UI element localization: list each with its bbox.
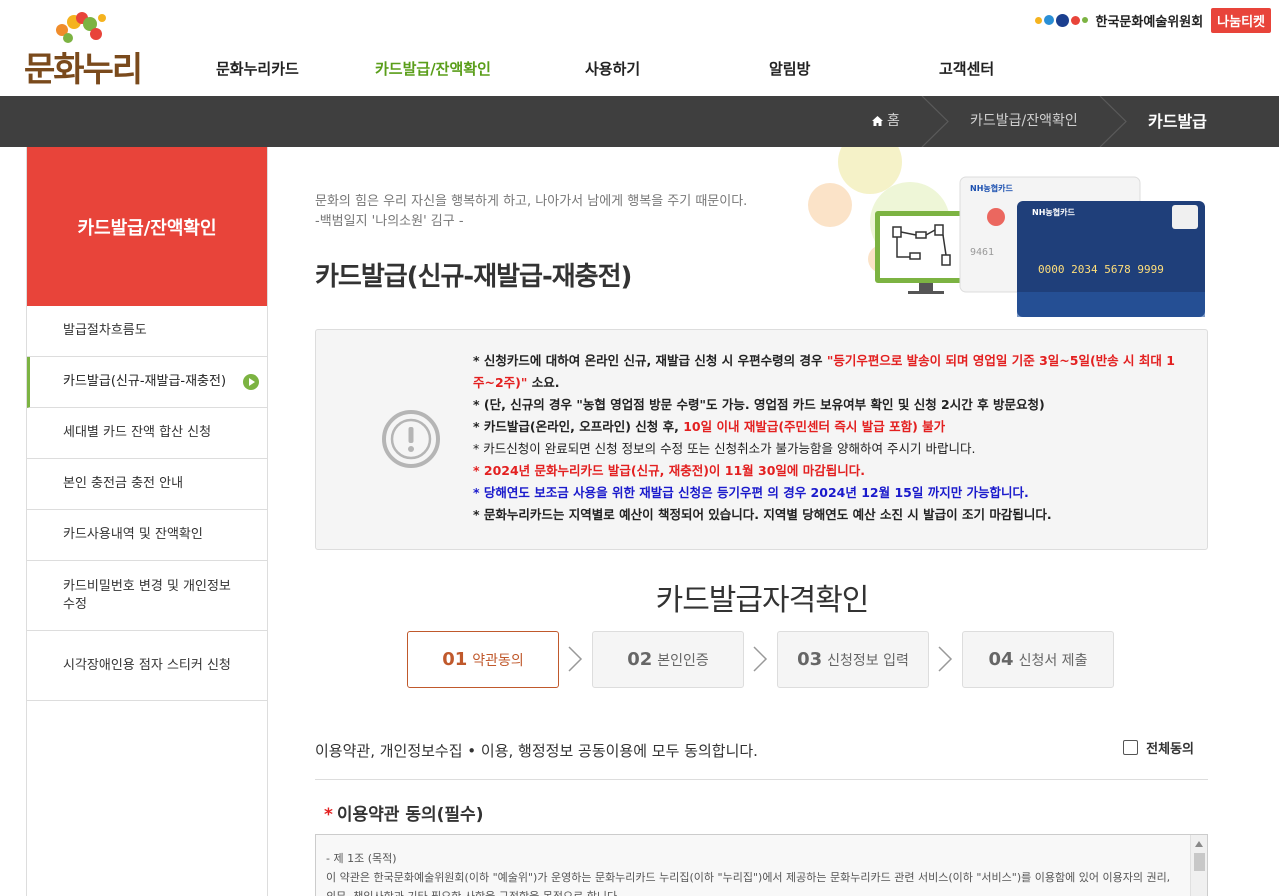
nav-notice[interactable]: 알림방 (769, 58, 810, 79)
sidebar-item-label: 카드사용내역 및 잔액확인 (63, 527, 203, 542)
sidebar: 카드발급/잔액확인 발급절차흐름도 카드발급(신규-재발급-재충전) 세대별 카… (26, 147, 268, 896)
agree-all-label: 전체동의 (1146, 742, 1194, 757)
step-3-info: 03 신청정보 입력 (777, 631, 929, 688)
step-4-submit: 04 신청서 제출 (962, 631, 1114, 688)
quote: 문화의 힘은 우리 자신을 행복하게 하고, 나아가서 남에게 행복을 주기 때… (315, 192, 747, 232)
notice-box: * 신청카드에 대하여 온라인 신규, 재발급 신청 시 우편수령의 경우 "등… (315, 329, 1208, 550)
home-icon (872, 116, 883, 126)
breadcrumb-level1[interactable]: 카드발급/잔액확인 (970, 96, 1078, 147)
top-util: 한국문화예술위원회 나눔티켓 (1034, 7, 1271, 33)
sidebar-item-label: 세대별 카드 잔액 합산 신청 (63, 425, 212, 440)
card-back-number: 9461 (970, 247, 994, 258)
notice-line: * 문화누리카드는 지역별로 예산이 책정되어 있습니다. 지역별 당해연도 예… (473, 507, 1052, 522)
breadcrumb-home-label: 홈 (887, 113, 900, 129)
notice-line-deadline: * 2024년 문화누리카드 발급(신규, 재충전)이 11월 30일에 마감됩… (473, 463, 866, 478)
section-title: 카드발급자격확인 (655, 583, 870, 618)
quote-line: 문화의 힘은 우리 자신을 행복하게 하고, 나아가서 남에게 행복을 주기 때… (315, 194, 748, 209)
notice-text: * 신청카드에 대하여 온라인 신규, 재발급 신청 시 우편수령의 경우 "등… (473, 350, 1183, 526)
breadcrumb-current: 카드발급 (1148, 112, 1207, 131)
terms-scrollbar[interactable] (1190, 835, 1207, 896)
step-1-terms: 01 약관동의 (407, 631, 559, 688)
arko-logo-icon (1034, 13, 1088, 27)
site-logo[interactable]: 문화누리 (24, 8, 144, 90)
breadcrumb: 홈 카드발급/잔액확인 카드발급 (0, 96, 1279, 147)
exclamation-icon (382, 410, 440, 468)
sidebar-item-flow[interactable]: 발급절차흐름도 (27, 306, 267, 357)
breadcrumb-home[interactable]: 홈 (872, 96, 900, 147)
notice-line: * (단, 신규의 경우 "농협 영업점 방문 수령"도 가능. 영업점 카드 … (473, 397, 1045, 412)
scroll-thumb[interactable] (1194, 853, 1205, 871)
sidebar-item-braille[interactable]: 시각장애인용 점자 스티커 신청 (27, 631, 267, 701)
step-2-verify: 02 본인인증 (592, 631, 744, 688)
notice-line-reissue: * 당해연도 보조금 사용을 위한 재발급 신청은 등기우편 의 경우 2024… (473, 485, 1029, 500)
nanum-ticket-link[interactable]: 나눔티켓 (1211, 7, 1271, 33)
sidebar-item-label: 본인 충전금 충전 안내 (63, 476, 184, 491)
checkbox-icon[interactable] (1123, 740, 1139, 755)
sidebar-item-card-issue[interactable]: 카드발급(신규-재발급-재충전) (27, 357, 267, 408)
nav-customer-center[interactable]: 고객센터 (939, 58, 994, 79)
page-title: 카드발급(신규-재발급-재충전) (315, 262, 632, 292)
nav-usage[interactable]: 사용하기 (585, 58, 640, 79)
nav-culture-card[interactable]: 문화누리카드 (216, 58, 299, 79)
chevron-right-icon (568, 646, 583, 672)
breadcrumb-separator-icon (921, 96, 949, 147)
notice-line: * 신청카드에 대하여 온라인 신규, 재발급 신청 시 우편수령의 경우 "등… (473, 353, 1175, 390)
notice-line: * 카드발급(온라인, 오프라인) 신청 후, 10일 이내 재발급(주민센터 … (473, 419, 946, 434)
terms-title: * 이용약관 동의(필수) (324, 805, 484, 825)
svg-text:NH농협카드: NH농협카드 (970, 183, 1013, 193)
arko-link[interactable]: 한국문화예술위원회 (1096, 11, 1204, 30)
terms-text: - 제 1조 (목적) 이 약관은 한국문화예술위원회(이하 "예술위")가 운… (326, 852, 1171, 896)
chevron-right-icon (938, 646, 953, 672)
breadcrumb-separator-icon (1099, 96, 1127, 147)
card-front-number: 0000 2034 5678 9999 (1038, 263, 1164, 276)
sidebar-item-usage-history[interactable]: 카드사용내역 및 잔액확인 (27, 510, 267, 561)
logo-text: 문화누리 (24, 50, 143, 90)
terms-textarea[interactable]: - 제 1조 (목적) 이 약관은 한국문화예술위원회(이하 "예술위")가 운… (315, 834, 1208, 896)
chevron-right-icon (243, 374, 259, 390)
sidebar-item-label: 시각장애인용 점자 스티커 신청 (63, 657, 231, 673)
svg-text:NH농협카드: NH농협카드 (1032, 207, 1075, 217)
scroll-up-icon[interactable] (1195, 841, 1203, 847)
sidebar-item-label: 발급절차흐름도 (63, 323, 147, 338)
quote-author: -백범일지 '나의소원' 김구 - (315, 214, 464, 229)
sidebar-item-label: 카드발급(신규-재발급-재충전) (63, 374, 227, 389)
sidebar-item-self-charge[interactable]: 본인 충전금 충전 안내 (27, 459, 267, 510)
agree-all-row: 이용약관, 개인정보수집 • 이용, 행정정보 공동이용에 모두 동의합니다. … (315, 728, 1208, 780)
sidebar-title: 카드발급/잔액확인 (27, 147, 267, 306)
notice-line: * 카드신청이 완료되면 신청 정보의 수정 또는 신청취소가 불가능함을 양해… (473, 441, 976, 456)
agree-all-checkbox[interactable]: 전체동의 (1123, 738, 1194, 757)
sidebar-item-balance-merge[interactable]: 세대별 카드 잔액 합산 신청 (27, 408, 267, 459)
agree-all-description: 이용약관, 개인정보수집 • 이용, 행정정보 공동이용에 모두 동의합니다. (315, 742, 758, 760)
site-header: 문화누리 문화누리카드 카드발급/잔액확인 사용하기 알림방 고객센터 한국문화… (0, 0, 1279, 96)
chevron-right-icon (753, 646, 768, 672)
nav-card-issue[interactable]: 카드발급/잔액확인 (375, 58, 491, 79)
card-illustration-icon: NH농협카드 9461 NH농협카드 0000 2034 5678 9999 (808, 147, 1205, 317)
